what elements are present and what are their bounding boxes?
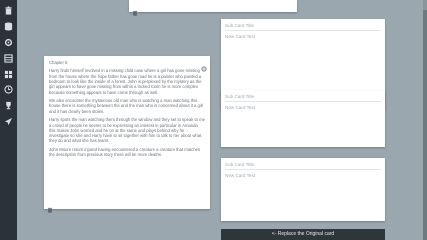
grid-icon[interactable] bbox=[3, 69, 14, 80]
sub-card[interactable]: Sub Card Title New Card Text bbox=[221, 158, 385, 221]
sub-card-text-input[interactable]: New Card Text bbox=[225, 105, 255, 110]
gear-icon[interactable] bbox=[3, 37, 14, 48]
table-icon[interactable] bbox=[3, 53, 14, 64]
sub-card[interactable]: Sub Card Title New Card Text bbox=[221, 90, 385, 147]
top-card bbox=[129, 0, 297, 16]
chapter-paragraph: Harry spots the man watching them throug… bbox=[49, 117, 205, 144]
scrollbar[interactable] bbox=[423, 0, 427, 240]
database-icon[interactable] bbox=[3, 21, 14, 32]
chapter-text[interactable]: Chapter 5 Harry finds himself involved i… bbox=[49, 60, 205, 161]
sub-card-title-input[interactable]: Sub Card Title bbox=[225, 162, 381, 170]
chapter-paragraph: We also encounter the mysterious old man… bbox=[49, 98, 204, 114]
trash-icon[interactable] bbox=[3, 5, 14, 16]
trash-icon[interactable] bbox=[47, 200, 53, 213]
sub-card-text-input[interactable]: New Card Text bbox=[225, 173, 255, 178]
scrollbar-thumb[interactable] bbox=[423, 10, 427, 240]
trash-icon[interactable] bbox=[132, 3, 138, 16]
replace-original-card-button[interactable]: <- Replace the Original card bbox=[221, 229, 385, 240]
sub-card-text-input[interactable]: New Card Text bbox=[225, 34, 255, 39]
trophy-icon[interactable] bbox=[3, 100, 14, 111]
chapter-card[interactable]: Chapter 5 Harry finds himself involved i… bbox=[44, 56, 210, 213]
chapter-paragraph: John Moore return injured having encount… bbox=[49, 146, 201, 158]
sub-card-title-input[interactable]: Sub Card Title bbox=[225, 23, 381, 31]
chapter-title: Chapter 5 bbox=[49, 60, 68, 65]
sidebar bbox=[0, 0, 17, 240]
chapter-paragraph: Harry finds himself involved in a missin… bbox=[49, 68, 202, 95]
paper-plane-icon[interactable] bbox=[3, 116, 14, 127]
clock-icon[interactable] bbox=[3, 84, 14, 95]
sub-card-title-input[interactable]: Sub Card Title bbox=[225, 94, 381, 102]
